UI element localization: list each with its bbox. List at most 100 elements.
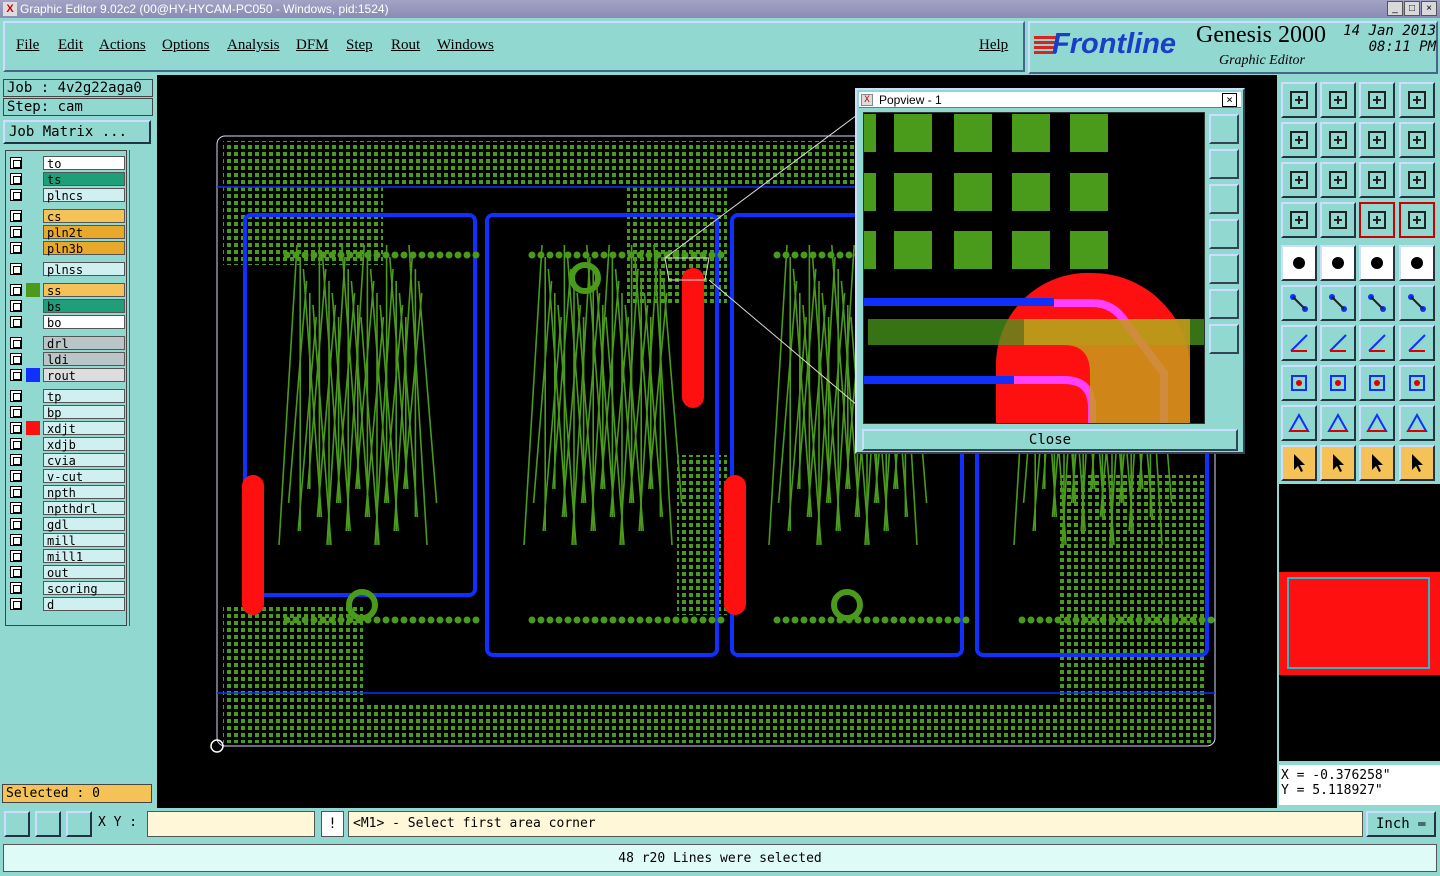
layer-checkbox[interactable] <box>10 316 22 328</box>
group-button[interactable] <box>1399 365 1435 401</box>
layer-name[interactable]: plncs <box>43 188 125 203</box>
minimize-button[interactable]: _ <box>1387 1 1403 16</box>
layer-checkbox[interactable] <box>10 226 22 238</box>
redraw-button[interactable] <box>1399 122 1435 158</box>
layer-checkbox[interactable] <box>10 173 22 185</box>
measure-button[interactable] <box>35 811 61 837</box>
line-cut-button[interactable] <box>1320 365 1356 401</box>
layer-row-gdl[interactable]: gdl <box>6 516 128 532</box>
layer-row-xdjt[interactable]: xdjt <box>6 420 128 436</box>
popview-move-up-button[interactable] <box>1209 149 1239 179</box>
angle-button[interactable] <box>1281 325 1317 361</box>
layer-checkbox[interactable] <box>10 502 22 514</box>
zoom-out-button[interactable] <box>1320 82 1356 118</box>
layer-row-cs[interactable]: cs <box>6 208 128 224</box>
layer-name[interactable]: cvia <box>43 453 125 468</box>
menu-rout[interactable]: Rout <box>391 37 420 54</box>
arc-button[interactable] <box>1359 325 1395 361</box>
menu-options[interactable]: Options <box>162 37 210 54</box>
layer-name[interactable]: rout <box>43 368 125 383</box>
layer-checkbox[interactable] <box>10 263 22 275</box>
layer-name[interactable]: gdl <box>43 517 125 532</box>
popview-center-button[interactable] <box>1209 324 1239 354</box>
layer-name[interactable]: mill1 <box>43 549 125 564</box>
layer-row-bp[interactable]: bp <box>6 404 128 420</box>
layer-name[interactable]: pln2t <box>43 225 125 240</box>
maximize-button[interactable]: □ <box>1404 1 1420 16</box>
close-window-button[interactable]: × <box>1421 1 1437 16</box>
layer-name[interactable]: bs <box>43 299 125 314</box>
pointer-select-button[interactable] <box>1320 445 1356 481</box>
zoom-back-button[interactable] <box>1399 82 1435 118</box>
layer-row-pln2t[interactable]: pln2t <box>6 224 128 240</box>
menu-windows[interactable]: Windows <box>437 37 494 54</box>
select-mode-button[interactable] <box>1359 202 1395 238</box>
span-button[interactable] <box>1359 365 1395 401</box>
layer-checkbox[interactable] <box>10 300 22 312</box>
layer-checkbox[interactable] <box>10 422 22 434</box>
fit-window-button[interactable] <box>1281 162 1317 198</box>
layer-name[interactable]: out <box>43 565 125 580</box>
route-button[interactable] <box>1399 445 1435 481</box>
layer-row-d[interactable]: d <box>6 596 128 612</box>
layer-name[interactable]: ts <box>43 172 125 187</box>
copy-button[interactable] <box>1399 285 1435 321</box>
popview-canvas[interactable] <box>863 112 1205 424</box>
layer-row-ts[interactable]: ts <box>6 171 128 187</box>
layer-checkbox[interactable] <box>10 582 22 594</box>
popview-move-down-button[interactable] <box>1209 184 1239 214</box>
popview-close-icon[interactable]: × <box>1222 93 1237 107</box>
info-button[interactable]: ! <box>321 811 344 837</box>
scale-1-2-button[interactable] <box>1359 162 1395 198</box>
triangle-flip-button[interactable] <box>1399 405 1435 441</box>
layer-name[interactable]: xdjb <box>43 437 125 452</box>
layer-checkbox[interactable] <box>10 438 22 450</box>
layer-checkbox[interactable] <box>10 406 22 418</box>
layer-checkbox[interactable] <box>10 369 22 381</box>
grid-button[interactable] <box>66 811 92 837</box>
popview-fit-button[interactable] <box>1209 289 1239 319</box>
triangle-move-button[interactable] <box>1359 405 1395 441</box>
add-circle-button[interactable] <box>1399 245 1435 281</box>
layer-row-v-cut[interactable]: v-cut <box>6 468 128 484</box>
layer-name[interactable]: drl <box>43 336 125 351</box>
triangle-edit-button[interactable] <box>1320 405 1356 441</box>
layer-row-npth[interactable]: npth <box>6 484 128 500</box>
layer-name[interactable]: to <box>43 156 125 171</box>
menu-step[interactable]: Step <box>346 37 373 54</box>
zoom-home-button[interactable] <box>1281 82 1317 118</box>
layer-row-scoring[interactable]: scoring <box>6 580 128 596</box>
pointer-area-button[interactable] <box>1359 445 1395 481</box>
layer-name[interactable]: bo <box>43 315 125 330</box>
layer-name[interactable]: plnss <box>43 262 125 277</box>
layer-checkbox[interactable] <box>10 390 22 402</box>
layer-row-cvia[interactable]: cvia <box>6 452 128 468</box>
layer-name[interactable]: npthdrl <box>43 501 125 516</box>
layer-checkbox[interactable] <box>10 534 22 546</box>
layer-name[interactable]: ldi <box>43 352 125 367</box>
popview-zoom-in-button[interactable] <box>1209 114 1239 144</box>
menu-file[interactable]: File <box>16 37 39 54</box>
popview-move-right-button[interactable] <box>1209 254 1239 284</box>
layer-name[interactable]: pln3b <box>43 241 125 256</box>
layer-checkbox[interactable] <box>10 189 22 201</box>
layer-name[interactable]: mill <box>43 533 125 548</box>
delete-button[interactable] <box>1320 285 1356 321</box>
layer-checkbox[interactable] <box>10 518 22 530</box>
layer-row-out[interactable]: out <box>6 564 128 580</box>
layer-row-tp[interactable]: tp <box>6 388 128 404</box>
layer-row-to[interactable]: to <box>6 155 128 171</box>
layer-name[interactable]: ss <box>43 283 125 298</box>
select-net-button[interactable] <box>1399 202 1435 238</box>
center-button[interactable] <box>1320 162 1356 198</box>
overview-panel[interactable] <box>1279 484 1440 761</box>
layer-row-mill1[interactable]: mill1 <box>6 548 128 564</box>
add-line-button[interactable] <box>1320 245 1356 281</box>
grid-display-button[interactable] <box>1320 202 1356 238</box>
snap-mode-button[interactable] <box>4 811 30 837</box>
menu-help[interactable]: Help <box>979 37 1008 54</box>
menu-actions[interactable]: Actions <box>99 37 146 54</box>
layer-checkbox[interactable] <box>10 566 22 578</box>
layer-checkbox[interactable] <box>10 242 22 254</box>
layer-row-bs[interactable]: bs <box>6 298 128 314</box>
